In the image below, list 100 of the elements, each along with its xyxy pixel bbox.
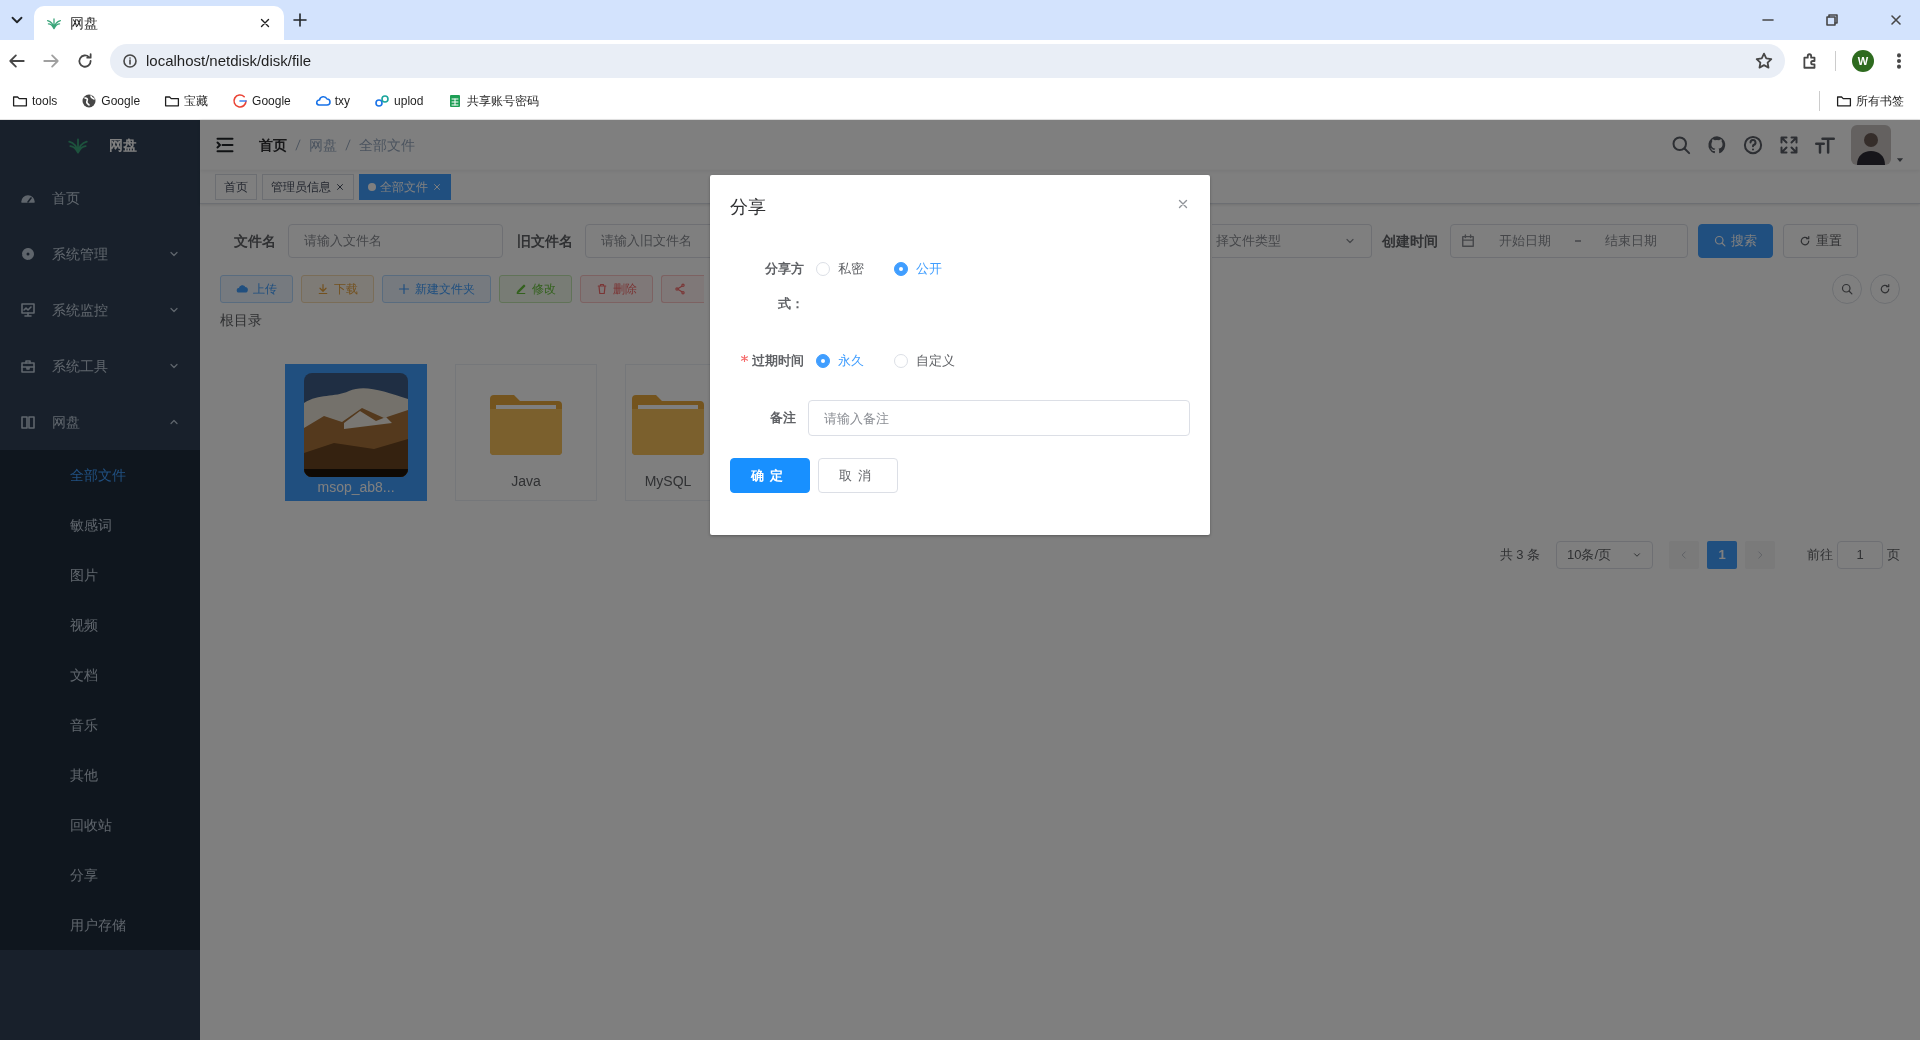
form-label: 分享方式：: [764, 260, 804, 313]
restore-icon[interactable]: [1824, 12, 1840, 28]
chevron-left-icon: [1679, 550, 1689, 560]
bookmark[interactable]: Google: [77, 89, 145, 112]
pen-icon: [515, 283, 527, 295]
site-icon: [81, 92, 98, 109]
font-size-icon[interactable]: [1815, 135, 1835, 155]
hamburger-icon[interactable]: [215, 135, 235, 155]
submenu-item[interactable]: 文档: [0, 650, 200, 700]
upload-icon: [236, 283, 248, 295]
submenu-item[interactable]: 视频: [0, 600, 200, 650]
download-icon: [317, 283, 329, 295]
total-count: 共 3 条: [1499, 546, 1540, 565]
goto-label: 前往: [1807, 546, 1833, 565]
sidebar-item[interactable]: 首页: [0, 170, 200, 226]
close-icon[interactable]: [258, 16, 272, 30]
search-button[interactable]: 搜索: [1698, 224, 1773, 258]
file-card[interactable]: msop_ab8...: [285, 364, 427, 501]
submenu-item[interactable]: 分享: [0, 850, 200, 900]
toggle-search-button[interactable]: [1832, 274, 1862, 304]
radio-option[interactable]: 永久: [816, 343, 864, 378]
bookmark[interactable]: 共享账号密码: [443, 89, 544, 112]
refresh-icon: [1879, 283, 1891, 295]
reload-icon[interactable]: [76, 52, 94, 70]
bookmark[interactable]: uplod: [370, 89, 428, 112]
all-bookmarks[interactable]: 所有书签: [1836, 91, 1904, 110]
bookmark[interactable]: tools: [8, 89, 62, 112]
caret-icon: [1632, 550, 1642, 560]
path-label: 根目录: [220, 312, 262, 328]
tag-tab[interactable]: 管理员信息: [262, 173, 354, 200]
fullscreen-icon[interactable]: [1779, 135, 1799, 155]
browser-tab[interactable]: 网盘: [34, 6, 284, 40]
chevron-right-icon: [1755, 550, 1765, 560]
calendar-icon: [1461, 234, 1475, 248]
file-card[interactable]: MySQL: [625, 364, 710, 501]
help-icon[interactable]: [1743, 135, 1763, 155]
search-icon[interactable]: [1671, 135, 1691, 155]
bookmark[interactable]: txy: [310, 89, 355, 112]
radio-option[interactable]: 公开: [894, 251, 942, 286]
sidebar-item[interactable]: 系统监控: [0, 282, 200, 338]
page-input[interactable]: 1: [1837, 541, 1883, 569]
cancel-button[interactable]: 取消: [818, 458, 898, 493]
radio-option[interactable]: 私密: [816, 251, 864, 286]
toolbar-button[interactable]: 下载: [301, 275, 374, 303]
breadcrumb-separator-icon: [295, 139, 301, 151]
bookmark[interactable]: 宝藏: [160, 89, 213, 112]
page-size-select[interactable]: 10条/页: [1556, 541, 1653, 569]
address-bar[interactable]: localhost/netdisk/disk/file: [110, 44, 1785, 78]
share-icon: [674, 283, 686, 295]
submenu-item[interactable]: 回收站: [0, 800, 200, 850]
forward-icon[interactable]: [42, 52, 60, 70]
submenu-item[interactable]: 用户存储: [0, 900, 200, 950]
info-icon: [122, 53, 138, 69]
submenu-item[interactable]: 音乐: [0, 700, 200, 750]
sidebar-item[interactable]: 系统管理: [0, 226, 200, 282]
star-icon[interactable]: [1755, 52, 1773, 70]
toolbar-button[interactable]: 修改: [499, 275, 572, 303]
back-icon[interactable]: [8, 52, 26, 70]
toolbar-button[interactable]: 上传: [220, 275, 293, 303]
toolbar-button[interactable]: 新建文件夹: [382, 275, 491, 303]
menu-item-icon: [20, 358, 36, 374]
close-icon[interactable]: [1888, 12, 1904, 28]
field-label: 创建时间: [1382, 231, 1438, 251]
folder-icon: [630, 393, 706, 457]
folder-icon: [488, 393, 564, 457]
sidebar-item[interactable]: 系统工具: [0, 338, 200, 394]
confirm-button[interactable]: 确定: [730, 458, 810, 493]
remark-input[interactable]: 请输入备注: [808, 400, 1190, 436]
plus-icon: [398, 283, 410, 295]
submenu-item[interactable]: 敏感词: [0, 500, 200, 550]
dot-icon: [368, 182, 376, 191]
reset-button[interactable]: 重置: [1783, 224, 1858, 258]
bookmark[interactable]: Google: [228, 89, 295, 112]
dash-icon: [1575, 240, 1581, 242]
menu-item-icon: [20, 302, 36, 318]
submenu-item[interactable]: 图片: [0, 550, 200, 600]
radio-option[interactable]: 自定义: [894, 343, 955, 378]
avatar-icon[interactable]: [1851, 125, 1891, 165]
toolbar-button[interactable]: 删除: [580, 275, 653, 303]
profile-avatar[interactable]: W: [1852, 50, 1874, 72]
file-card[interactable]: Java: [455, 364, 597, 501]
app-title: 网盘: [109, 135, 137, 155]
site-icon: [232, 92, 249, 109]
submenu-item[interactable]: 其他: [0, 750, 200, 800]
search-icon: [1841, 283, 1853, 295]
field-label: 旧文件名: [517, 231, 573, 251]
sidebar-item[interactable]: 网盘: [0, 394, 200, 450]
github-icon[interactable]: [1707, 135, 1727, 155]
tag-tab[interactable]: 首页: [215, 173, 257, 200]
field-label: 文件名: [234, 231, 276, 251]
menu-item-icon: [20, 246, 36, 262]
search-icon: [1714, 235, 1726, 247]
tag-tab[interactable]: 全部文件: [359, 173, 451, 200]
new-tab-icon[interactable]: [292, 12, 308, 28]
url-text: localhost/netdisk/disk/file: [146, 50, 313, 71]
page-number[interactable]: 1: [1707, 541, 1737, 569]
breadcrumb-item[interactable]: 首页: [259, 134, 287, 156]
submenu-item[interactable]: 全部文件: [0, 450, 200, 500]
refresh-button[interactable]: [1870, 274, 1900, 304]
form-label: 备注: [770, 409, 796, 427]
